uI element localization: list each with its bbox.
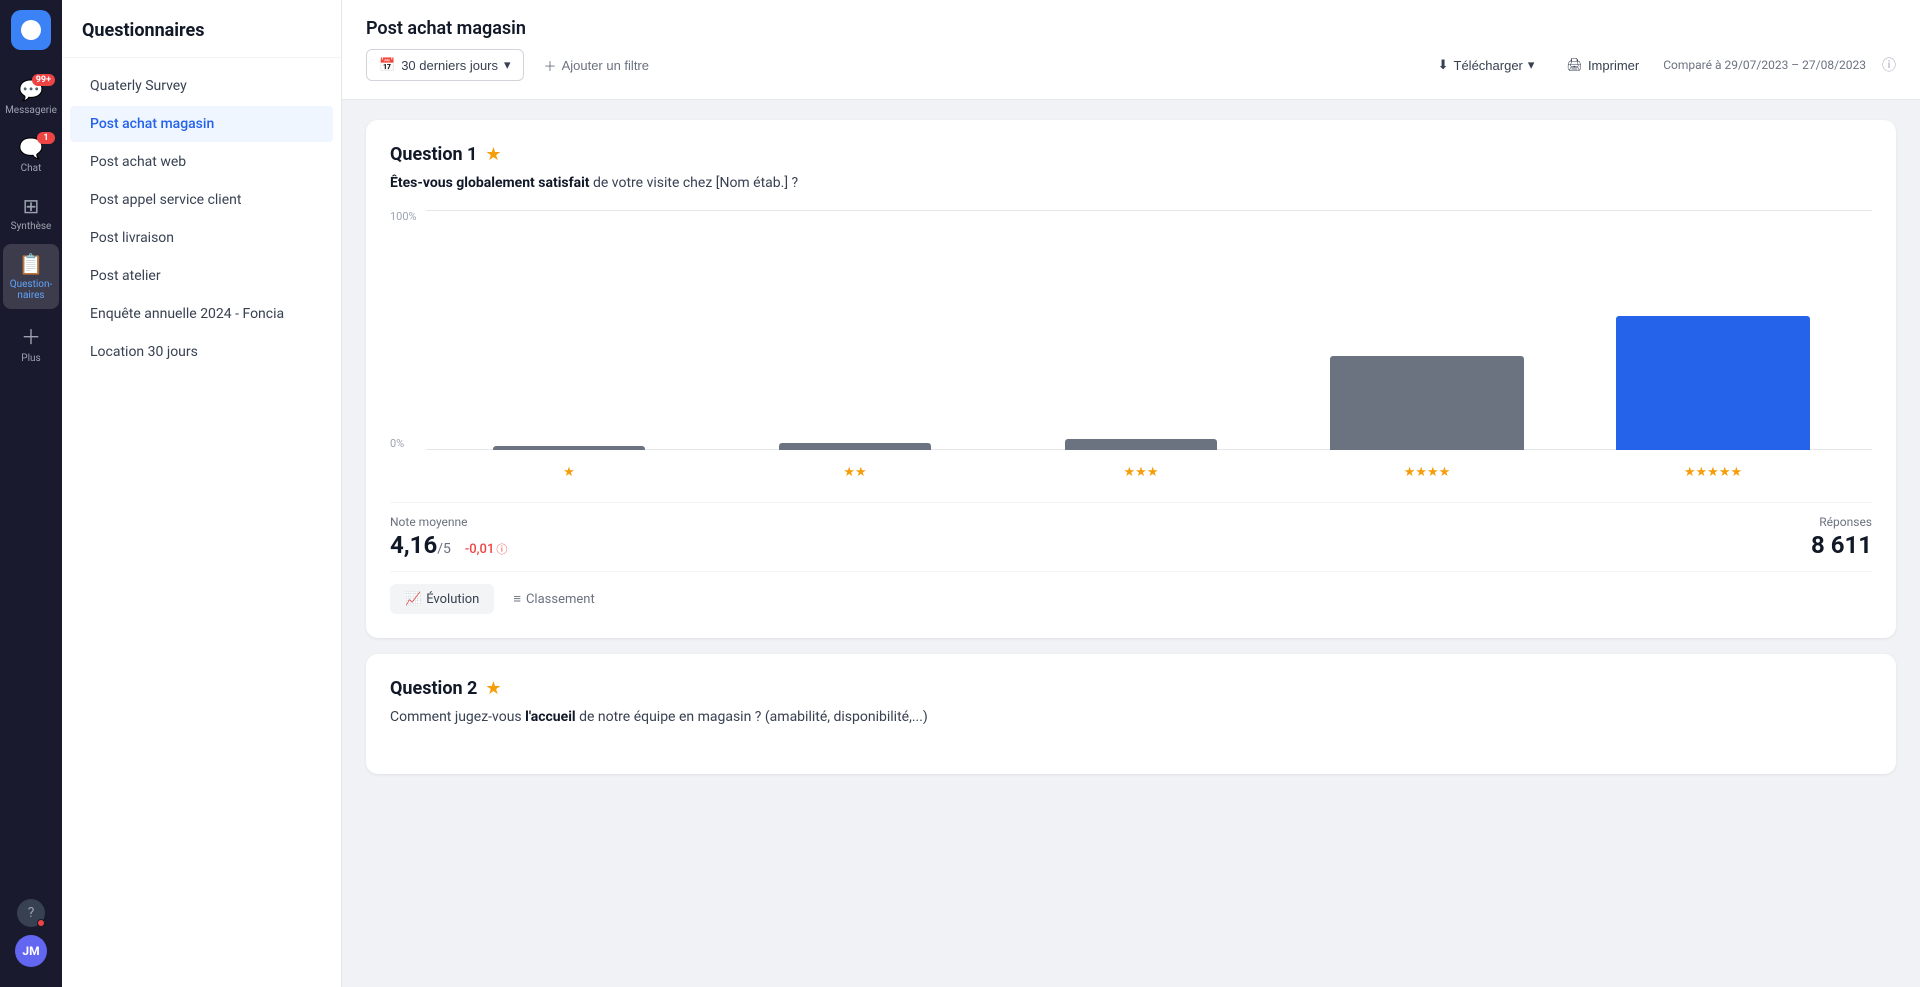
avg-value: 4,16/5 -0,01ⓘ <box>390 531 507 559</box>
sidebar-nav-item-post-achat-web[interactable]: Post achat web <box>70 144 333 180</box>
responses-value: 8 611 <box>1811 531 1872 559</box>
question-1-header: Question 1 ★ <box>390 144 1872 165</box>
icon-bar: 💬 Messagerie 99+ 🗨️ Chat 1 ⊞ Synthèse 📋 … <box>0 0 62 987</box>
avg-label: Note moyenne <box>390 515 507 529</box>
calendar-icon: 📅 <box>379 57 395 73</box>
sidebar-item-chat[interactable]: 🗨️ Chat 1 <box>3 128 59 182</box>
question-1-rest: de votre visite chez [Nom étab.] ? <box>590 175 799 191</box>
star-label-5: ★★★★★ <box>1574 465 1852 480</box>
sidebar-title: Questionnaires <box>62 0 341 58</box>
evolution-icon: 📈 <box>405 592 421 607</box>
star-label-3: ★★★ <box>1002 465 1280 480</box>
sidebar-nav-item-enquete[interactable]: Enquête annuelle 2024 - Foncia <box>70 296 333 332</box>
print-icon: 🖨 <box>1566 57 1583 73</box>
main-content: Post achat magasin 📅 30 derniers jours ▾… <box>342 0 1920 987</box>
plus-filter-icon: ＋ <box>544 56 557 75</box>
download-button[interactable]: ⬇ Télécharger ▾ <box>1430 52 1543 78</box>
sidebar: Questionnaires Quaterly Survey Post acha… <box>62 0 342 987</box>
app-logo[interactable] <box>11 10 51 50</box>
questionnaires-icon: 📋 <box>19 252 44 276</box>
sidebar-nav-item-post-atelier[interactable]: Post atelier <box>70 258 333 294</box>
question-1-star: ★ <box>485 144 501 165</box>
evolution-label: Évolution <box>426 592 479 607</box>
sidebar-nav-item-post-livraison[interactable]: Post livraison <box>70 220 333 256</box>
date-filter-button[interactable]: 📅 30 derniers jours ▾ <box>366 49 524 81</box>
synthese-icon: ⊞ <box>23 194 40 218</box>
print-label: Imprimer <box>1588 58 1639 73</box>
star-label-4: ★★★★ <box>1288 465 1566 480</box>
chart-bar-3stars <box>1002 226 1280 450</box>
avg-denom: /5 <box>437 541 451 557</box>
messagerie-badge: 99+ <box>32 74 55 86</box>
sidebar-item-synthese[interactable]: ⊞ Synthèse <box>3 186 59 240</box>
question-2-star: ★ <box>485 678 501 699</box>
tab-evolution[interactable]: 📈 Évolution <box>390 584 494 614</box>
y-label-100: 100% <box>390 210 417 223</box>
sidebar-item-messagerie[interactable]: 💬 Messagerie 99+ <box>3 70 59 124</box>
sidebar-nav-item-post-appel[interactable]: Post appel service client <box>70 182 333 218</box>
y-label-0: 0% <box>390 437 404 450</box>
compared-text: Comparé à 29/07/2023 – 27/08/2023 <box>1663 58 1866 72</box>
delta-info-icon: ⓘ <box>496 543 507 556</box>
question-2-card: Question 2 ★ Comment jugez-vous l'accuei… <box>366 654 1896 774</box>
star-label-1: ★ <box>430 465 708 480</box>
info-icon: ⓘ <box>1882 55 1896 75</box>
responses-stats: Réponses 8 611 <box>1811 515 1872 559</box>
avg-number: 4,16 <box>390 531 437 559</box>
help-button[interactable]: ? <box>17 899 45 927</box>
add-filter-label: Ajouter un filtre <box>562 58 649 73</box>
download-label: Télécharger <box>1454 58 1523 73</box>
tab-classement[interactable]: ≡ Classement <box>498 584 609 614</box>
responses-label: Réponses <box>1811 515 1872 529</box>
scroll-area: Question 1 ★ Êtes-vous globalement satis… <box>342 100 1920 987</box>
question-1-card: Question 1 ★ Êtes-vous globalement satis… <box>366 120 1896 638</box>
plus-icon: ＋ <box>21 321 41 350</box>
chevron-down-icon: ▾ <box>504 57 511 73</box>
chart-bar-1star <box>430 226 708 450</box>
download-chevron: ▾ <box>1528 57 1535 73</box>
header-controls: 📅 30 derniers jours ▾ ＋ Ajouter un filtr… <box>366 49 1896 82</box>
question-1-tabs: 📈 Évolution ≡ Classement <box>390 571 1872 614</box>
sidebar-nav-item-quarterly[interactable]: Quaterly Survey <box>70 68 333 104</box>
chart-bar-4stars <box>1288 226 1566 450</box>
avg-delta: -0,01ⓘ <box>465 542 508 557</box>
question-2-number: Question 2 <box>390 678 477 699</box>
sidebar-item-questionnaires[interactable]: 📋 Question-naires <box>3 244 59 309</box>
question-2-rest: de notre équipe en magasin ? (amabilité,… <box>576 709 928 725</box>
classement-icon: ≡ <box>513 591 521 607</box>
question-1-number: Question 1 <box>390 144 477 165</box>
chat-badge: 1 <box>37 132 55 144</box>
sidebar-nav-item-location[interactable]: Location 30 jours <box>70 334 333 370</box>
chart-bar-5stars <box>1574 226 1852 450</box>
question-1-chart: 100% 0% <box>390 210 1872 490</box>
sidebar-nav-item-post-achat-magasin[interactable]: Post achat magasin <box>70 106 333 142</box>
star-label-2: ★★ <box>716 465 994 480</box>
question-2-text: Comment jugez-vous l'accueil de notre éq… <box>390 707 1872 728</box>
avatar[interactable]: JM <box>15 935 47 967</box>
sidebar-item-plus[interactable]: ＋ Plus <box>3 313 59 372</box>
date-filter-label: 30 derniers jours <box>401 58 498 73</box>
add-filter-button[interactable]: ＋ Ajouter un filtre <box>536 49 657 82</box>
header-bar: Post achat magasin 📅 30 derniers jours ▾… <box>342 0 1920 100</box>
question-2-pre: Comment jugez-vous <box>390 709 525 725</box>
avg-stats: Note moyenne 4,16/5 -0,01ⓘ <box>390 515 507 559</box>
question-1-bold: Êtes-vous globalement satisfait <box>390 175 590 191</box>
download-icon: ⬇ <box>1438 57 1449 73</box>
print-button[interactable]: 🖨 Imprimer <box>1558 52 1647 78</box>
question-2-header: Question 2 ★ <box>390 678 1872 699</box>
chart-bar-2stars <box>716 226 994 450</box>
question-1-text: Êtes-vous globalement satisfait de votre… <box>390 173 1872 194</box>
header-title: Post achat magasin <box>366 18 1896 39</box>
question-2-bold: l'accueil <box>525 709 576 725</box>
sidebar-nav: Quaterly Survey Post achat magasin Post … <box>62 58 341 987</box>
help-dot <box>37 919 45 927</box>
classement-label: Classement <box>526 592 595 607</box>
stats-row: Note moyenne 4,16/5 -0,01ⓘ Réponses 8 61… <box>390 502 1872 559</box>
